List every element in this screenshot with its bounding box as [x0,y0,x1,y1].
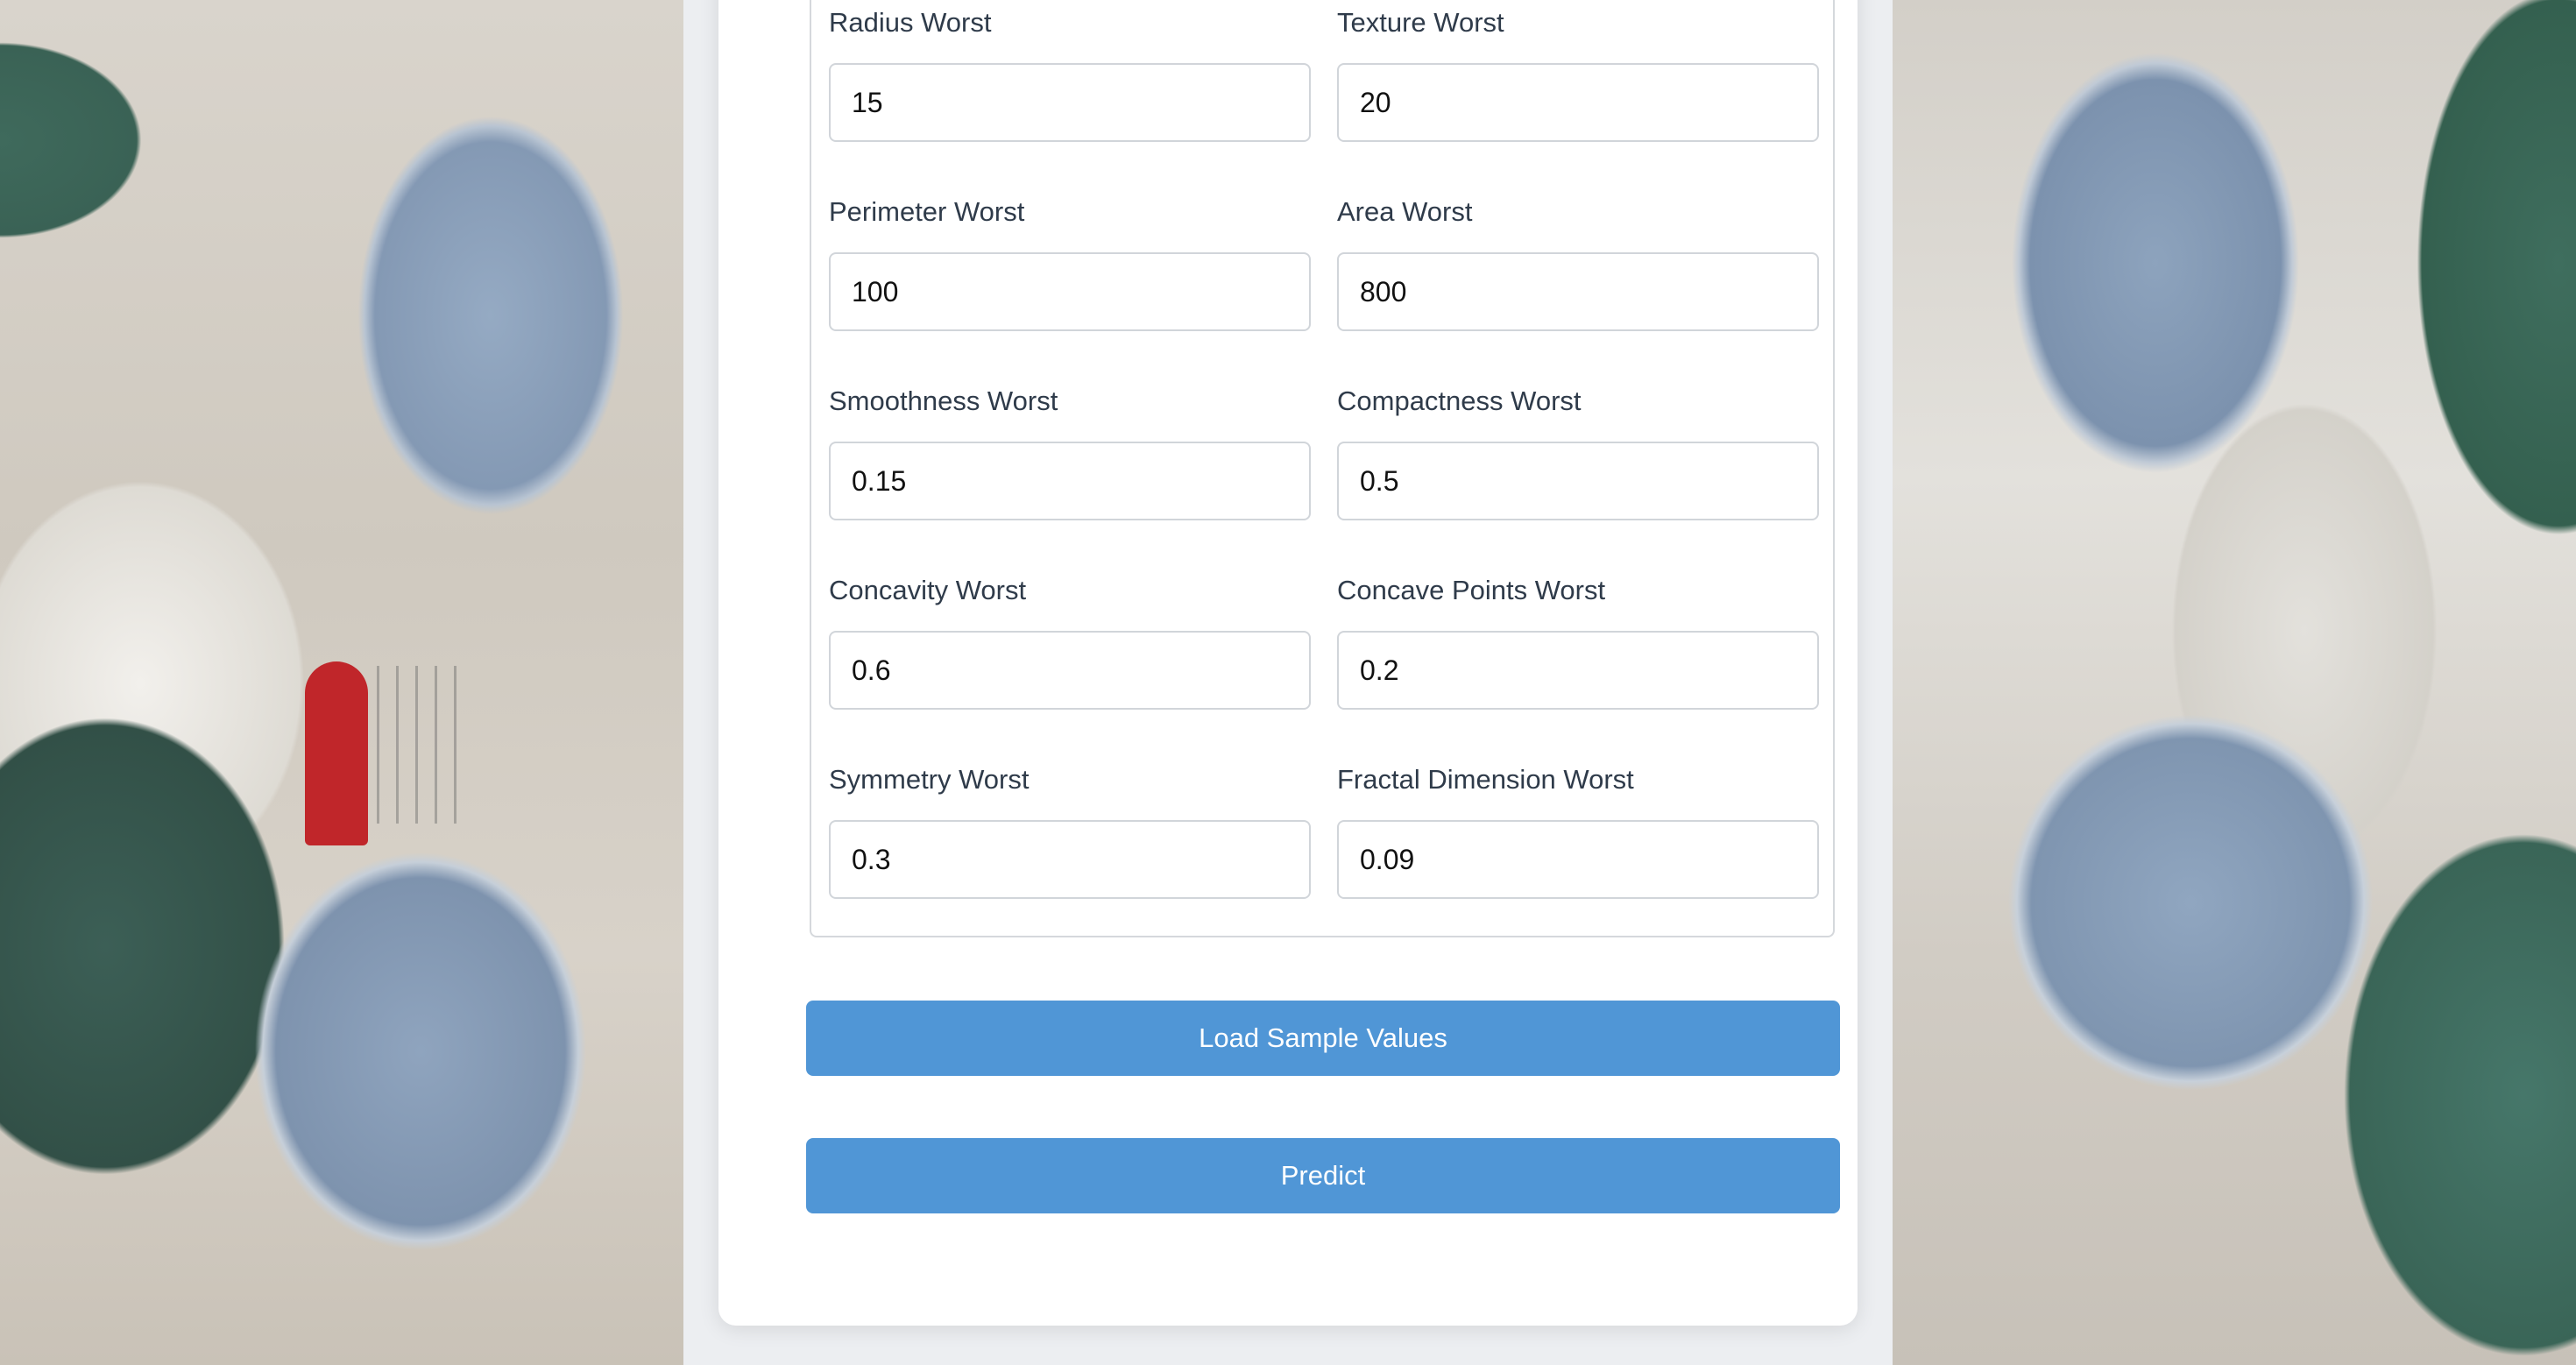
radius-worst-field: Radius Worst [829,7,1311,142]
smoothness-worst-field: Smoothness Worst [829,385,1311,520]
symmetry-worst-field: Symmetry Worst [829,764,1311,899]
perimeter-worst-field: Perimeter Worst [829,196,1311,331]
danger-sign-text [377,666,473,824]
concave-points-worst-field: Concave Points Worst [1337,575,1819,710]
texture-worst-input[interactable] [1337,63,1819,142]
content-column: Radius Worst Texture Worst Perimeter Wor… [683,0,1893,1365]
perimeter-worst-input[interactable] [829,252,1311,331]
concavity-worst-field: Concavity Worst [829,575,1311,710]
area-worst-field: Area Worst [1337,196,1819,331]
texture-worst-field: Texture Worst [1337,7,1819,142]
area-worst-label: Area Worst [1337,196,1473,227]
smoothness-worst-label: Smoothness Worst [829,385,1058,416]
load-sample-values-button[interactable]: Load Sample Values [806,1001,1840,1076]
perimeter-worst-label: Perimeter Worst [829,196,1025,227]
background-photo-left [0,0,683,1365]
fractal-dimension-worst-label: Fractal Dimension Worst [1337,764,1634,795]
danger-sign [305,661,368,845]
fractal-dimension-worst-input[interactable] [1337,820,1819,899]
symmetry-worst-input[interactable] [829,820,1311,899]
smoothness-worst-input[interactable] [829,442,1311,520]
concavity-worst-input[interactable] [829,631,1311,710]
concave-points-worst-input[interactable] [1337,631,1819,710]
prediction-form-card: Radius Worst Texture Worst Perimeter Wor… [718,0,1858,1326]
compactness-worst-input[interactable] [1337,442,1819,520]
texture-worst-label: Texture Worst [1337,7,1504,38]
compactness-worst-field: Compactness Worst [1337,385,1819,520]
symmetry-worst-label: Symmetry Worst [829,764,1030,795]
area-worst-input[interactable] [1337,252,1819,331]
compactness-worst-label: Compactness Worst [1337,385,1582,416]
background-photo-right [1893,0,2576,1365]
predict-button[interactable]: Predict [806,1138,1840,1213]
radius-worst-label: Radius Worst [829,7,992,38]
radius-worst-input[interactable] [829,63,1311,142]
concave-points-worst-label: Concave Points Worst [1337,575,1606,605]
fractal-dimension-worst-field: Fractal Dimension Worst [1337,764,1819,899]
concavity-worst-label: Concavity Worst [829,575,1027,605]
